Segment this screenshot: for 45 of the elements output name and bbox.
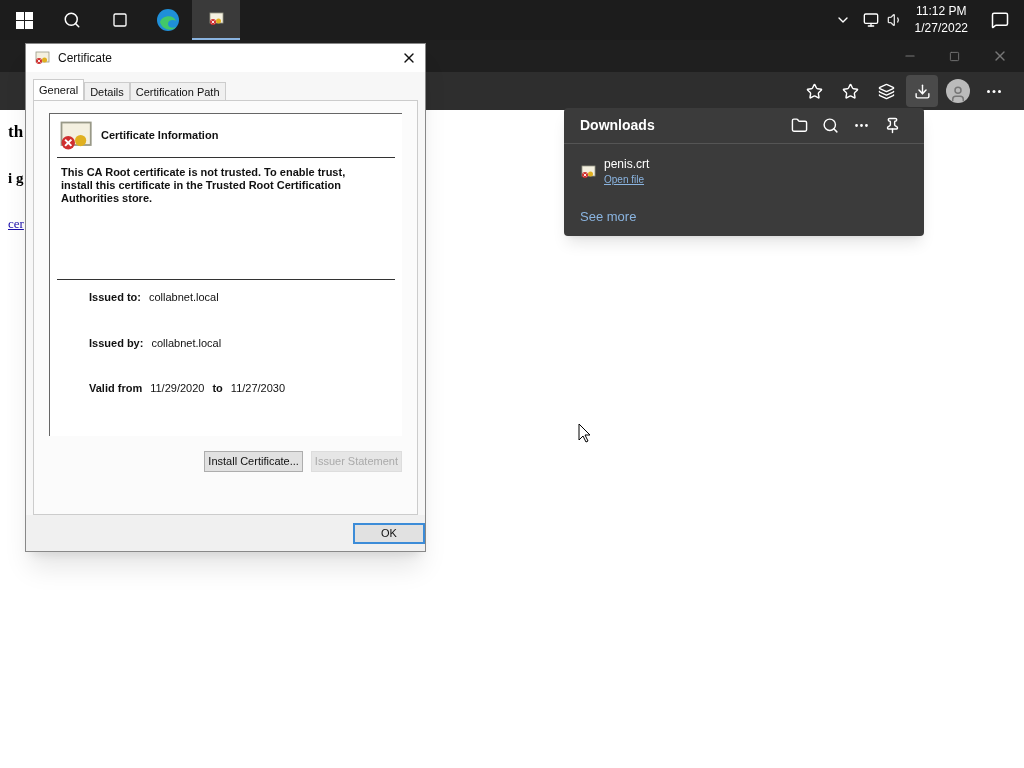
field-label: Valid from [89,381,143,396]
search-icon[interactable] [63,11,81,29]
restore-icon[interactable] [949,50,960,62]
certificate-icon [34,50,50,66]
notifications-icon[interactable] [991,11,1009,29]
windows-icon[interactable] [15,11,33,29]
task-view-icon[interactable] [112,12,128,28]
field-value: collabnet.local [148,290,219,305]
field-value: 11/27/2030 [230,381,286,396]
collections-icon [877,82,895,100]
certificate-icon [580,164,596,180]
clock-date[interactable]: 1/27/2022 [914,20,968,37]
info-title: Certificate Information [101,128,219,144]
certificate-icon [208,11,224,27]
download-link[interactable]: cer [8,216,24,231]
see-more-link[interactable]: See more [580,209,637,224]
install-button[interactable]: Install Certificate... [204,451,303,472]
search-icon[interactable] [822,117,839,134]
panel-title: Downloads [580,116,656,135]
file-name[interactable]: penis.crt [604,156,650,172]
wave-logo-icon [156,8,180,32]
dialog-tab[interactable]: Certification Path [129,82,226,100]
window-title: Certificate [58,50,114,67]
trust-message: This CA Root certificate is not trusted. To enable trust, install this certificate in the Trusted Root Certification Authorities store. [57,158,395,280]
page-text: i g [8,168,24,188]
more-icon [987,89,1001,93]
ok-button[interactable]: OK [353,522,425,544]
cursor-icon [578,423,591,443]
open-file-link[interactable]: Open file [604,172,650,188]
certificate-taskbar-button[interactable] [192,0,240,40]
dialog-tab[interactable]: Details [84,82,130,100]
clock-time[interactable]: 11:12 PM [916,3,967,20]
pin-icon[interactable] [884,117,901,134]
field-value: 11/29/2020 [150,381,205,396]
page-heading: th [8,121,24,143]
network-icon[interactable] [862,12,879,28]
field-label: Issued by: [89,335,144,351]
downloads-button[interactable] [906,75,938,107]
field-label: to [212,381,223,396]
field-value: collabnet.local [151,335,222,351]
download-icon [913,82,931,100]
field-label: Issued to: [89,290,141,305]
dialog-tab[interactable]: General [33,79,85,100]
avatar-icon [946,79,970,103]
folder-icon[interactable] [791,117,808,134]
